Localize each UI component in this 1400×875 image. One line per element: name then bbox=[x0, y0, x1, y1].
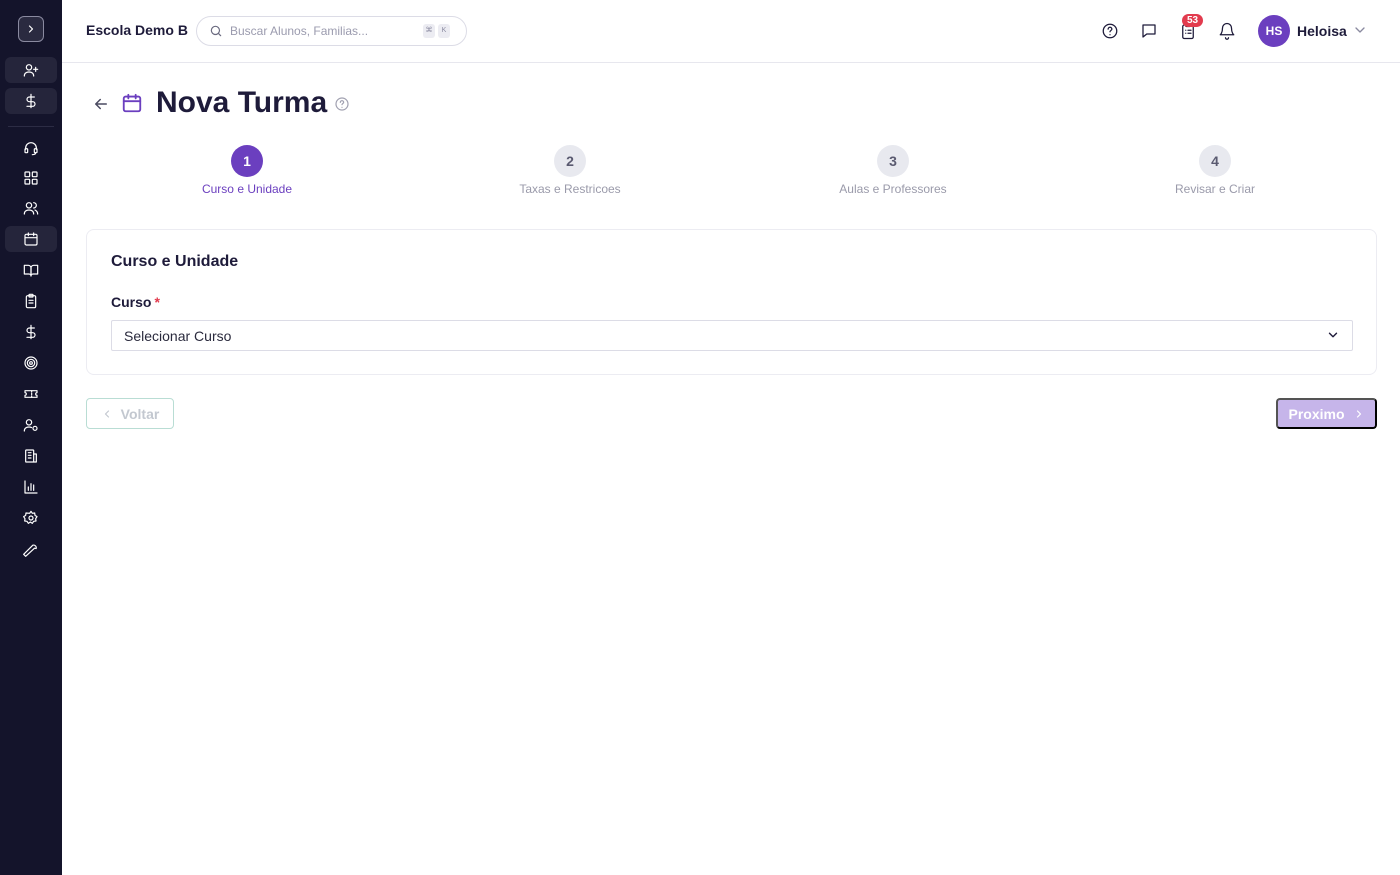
step-label: Aulas e Professores bbox=[839, 182, 947, 196]
user-name[interactable]: Heloisa bbox=[1297, 23, 1347, 39]
users-icon bbox=[23, 202, 39, 215]
sidebar-item-support[interactable] bbox=[5, 135, 57, 161]
step-revisar-e-criar[interactable]: 4 Revisar e Criar bbox=[1115, 145, 1315, 196]
user-settings-icon bbox=[23, 419, 38, 432]
required-asterisk: * bbox=[154, 294, 160, 310]
user-plus-icon bbox=[23, 64, 39, 77]
chevron-left-icon bbox=[104, 409, 109, 418]
dollar-icon bbox=[26, 93, 36, 109]
page-title: Nova Turma bbox=[156, 86, 328, 119]
back-button[interactable]: Voltar bbox=[86, 398, 174, 429]
help-button[interactable] bbox=[1100, 21, 1120, 41]
sidebar-divider bbox=[8, 126, 54, 127]
back-button-label: Voltar bbox=[120, 405, 160, 422]
sidebar-expand-button[interactable] bbox=[18, 16, 44, 42]
course-select[interactable]: Selecionar Curso bbox=[111, 320, 1353, 351]
sidebar-item-tools[interactable] bbox=[5, 536, 57, 562]
chevron-down-icon[interactable] bbox=[1352, 22, 1368, 38]
sidebar-item-units[interactable] bbox=[5, 443, 57, 469]
next-button[interactable]: Proximo bbox=[1276, 398, 1377, 429]
bell-icon bbox=[1219, 22, 1235, 40]
sidebar-item-reports[interactable] bbox=[5, 474, 57, 500]
target-icon bbox=[24, 356, 38, 370]
step-number: 1 bbox=[231, 145, 263, 177]
step-label: Taxas e Restricoes bbox=[519, 182, 621, 196]
sidebar-item-attendance[interactable] bbox=[5, 288, 57, 314]
course-select-value: Selecionar Curso bbox=[124, 327, 232, 344]
chevron-down-icon bbox=[1328, 332, 1338, 338]
step-number: 3 bbox=[877, 145, 909, 177]
chevron-right-icon bbox=[28, 25, 34, 33]
clipboard-icon bbox=[25, 293, 37, 309]
dollar-icon bbox=[26, 324, 36, 340]
help-circle-icon[interactable] bbox=[334, 96, 350, 112]
help-circle-icon bbox=[1102, 23, 1118, 39]
user-avatar[interactable]: HS bbox=[1258, 15, 1290, 47]
dashboard-icon bbox=[24, 171, 38, 185]
back-arrow-icon[interactable] bbox=[92, 95, 110, 113]
sidebar-item-add-user[interactable] bbox=[5, 57, 57, 83]
course-field-label: Curso * bbox=[111, 294, 160, 310]
search-input[interactable] bbox=[230, 24, 420, 38]
headset-icon bbox=[24, 142, 38, 156]
ticket-icon bbox=[24, 390, 38, 398]
step-taxas-e-restricoes[interactable]: 2 Taxas e Restricoes bbox=[470, 145, 670, 196]
school-name[interactable]: Escola Demo B bbox=[86, 22, 188, 38]
step-label: Curso e Unidade bbox=[201, 182, 293, 196]
wrench-icon bbox=[23, 544, 37, 557]
global-search[interactable]: ⌘ K bbox=[196, 16, 467, 46]
sidebar-item-finance[interactable] bbox=[5, 319, 57, 345]
book-icon bbox=[23, 264, 39, 277]
chevron-right-icon bbox=[1356, 409, 1361, 418]
sidebar-item-courses[interactable] bbox=[5, 257, 57, 283]
message-square-icon bbox=[1142, 24, 1156, 38]
step-number: 4 bbox=[1199, 145, 1231, 177]
building-icon bbox=[25, 449, 37, 463]
top-bar: Escola Demo B ⌘ K 53 HS Heloisa bbox=[62, 0, 1400, 63]
sidebar-item-settings[interactable] bbox=[5, 505, 57, 531]
sidebar-item-students[interactable] bbox=[5, 195, 57, 221]
shortcut-key-cmd: ⌘ bbox=[423, 24, 435, 38]
section-title: Curso e Unidade bbox=[111, 253, 239, 270]
course-label-text: Curso bbox=[111, 294, 152, 310]
messages-button[interactable] bbox=[1139, 21, 1159, 41]
step-number: 2 bbox=[554, 145, 586, 177]
sidebar-item-goals[interactable] bbox=[5, 350, 57, 376]
bar-chart-icon bbox=[24, 480, 38, 494]
gear-icon bbox=[23, 510, 38, 524]
sidebar-item-user-settings[interactable] bbox=[5, 412, 57, 438]
course-unit-card: Curso e Unidade Curso * Selecionar Curso bbox=[86, 229, 1377, 375]
next-button-label: Proximo bbox=[1288, 405, 1345, 422]
sidebar-item-payments[interactable] bbox=[5, 88, 57, 114]
step-label: Revisar e Criar bbox=[1174, 182, 1255, 196]
step-curso-e-unidade[interactable]: 1 Curso e Unidade bbox=[147, 145, 347, 196]
shortcut-key-k: K bbox=[438, 24, 450, 38]
tasks-count-badge: 53 bbox=[1182, 14, 1204, 27]
calendar-icon bbox=[122, 93, 142, 113]
sidebar-item-dashboard[interactable] bbox=[5, 165, 57, 191]
calendar-icon bbox=[24, 232, 38, 246]
notifications-button[interactable] bbox=[1217, 21, 1237, 41]
step-aulas-e-professores[interactable]: 3 Aulas e Professores bbox=[793, 145, 993, 196]
sidebar-item-classes[interactable] bbox=[5, 226, 57, 252]
sidebar-item-tickets[interactable] bbox=[5, 381, 57, 407]
sidebar bbox=[0, 0, 62, 875]
search-icon bbox=[210, 25, 222, 37]
